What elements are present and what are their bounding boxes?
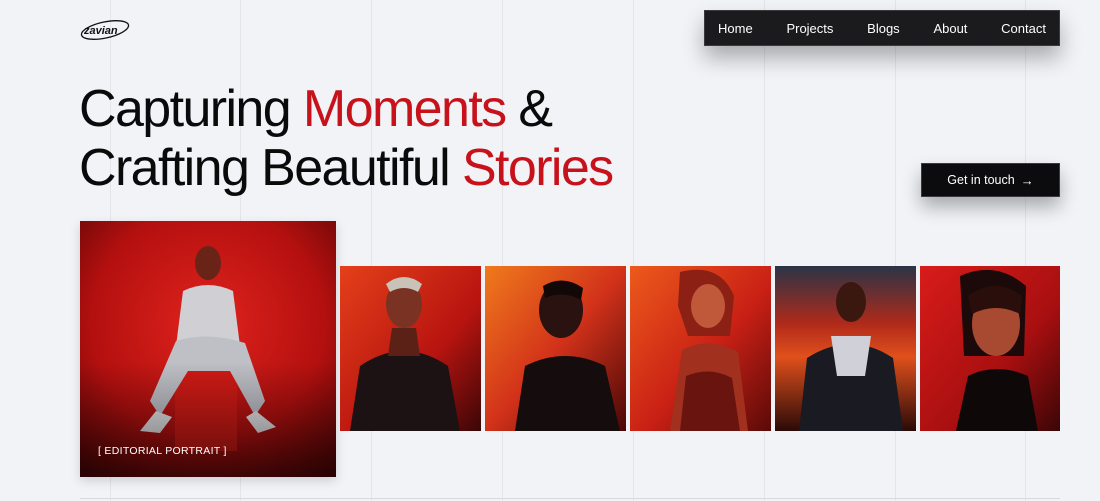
logo-text: zavian xyxy=(83,25,118,37)
portrait-photo-5[interactable] xyxy=(920,266,1060,431)
hero-text: Capturing xyxy=(79,80,303,138)
hero-line-1: Capturing Moments & xyxy=(79,80,553,138)
portrait-photo-1[interactable] xyxy=(340,266,481,431)
editorial-portrait-photo[interactable]: [ EDITORIAL PORTRAIT ] xyxy=(80,221,336,477)
get-in-touch-button[interactable]: Get in touch → xyxy=(921,163,1060,197)
nav-blogs[interactable]: Blogs xyxy=(867,21,900,36)
main-nav: Home Projects Blogs About Contact xyxy=(704,10,1060,46)
arrow-right-icon: → xyxy=(1020,172,1034,188)
hero-accent-moments: Moments xyxy=(302,80,507,138)
nav-projects[interactable]: Projects xyxy=(786,21,833,36)
portrait-photo-4[interactable] xyxy=(775,266,916,431)
cta-label: Get in touch xyxy=(947,173,1015,187)
hero-text: Crafting Beautiful xyxy=(79,139,462,197)
nav-home[interactable]: Home xyxy=(718,21,753,36)
nav-about[interactable]: About xyxy=(933,21,967,36)
hero-title: Capturing Moments & Crafting Beautiful S… xyxy=(79,80,614,198)
nav-contact[interactable]: Contact xyxy=(1001,21,1046,36)
section-divider xyxy=(80,498,1060,499)
feature-caption: [ EDITORIAL PORTRAIT ] xyxy=(98,445,227,457)
hero-line-2: Crafting Beautiful Stories xyxy=(79,139,614,197)
brand-logo[interactable]: zavian xyxy=(79,16,131,42)
portrait-photo-2[interactable] xyxy=(485,266,626,431)
hero-text: & xyxy=(505,80,553,138)
portrait-photo-3[interactable] xyxy=(630,266,771,431)
hero-accent-stories: Stories xyxy=(461,139,614,197)
